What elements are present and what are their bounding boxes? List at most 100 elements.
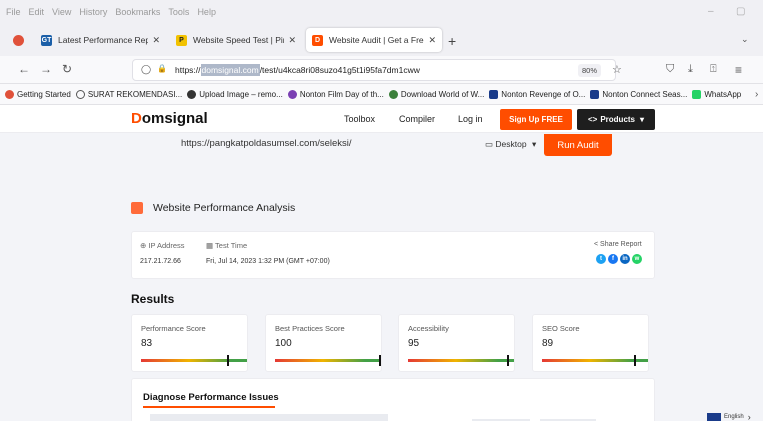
- whatsapp-icon[interactable]: w: [632, 254, 642, 264]
- score-marker: [634, 355, 636, 366]
- menu-history[interactable]: History: [79, 7, 107, 17]
- menu-view[interactable]: View: [52, 7, 71, 17]
- bookmarks-bar: Getting Started SURAT REKOMENDASI... Upl…: [0, 84, 763, 105]
- downloads-icon[interactable]: ⤓: [688, 63, 693, 76]
- film-icon: [287, 89, 297, 99]
- menu-tools[interactable]: Tools: [168, 7, 189, 17]
- tab-pingdom[interactable]: P Website Speed Test | Pingdom ✕: [170, 28, 302, 52]
- score-label: SEO Score: [542, 324, 580, 333]
- gtmetrix-icon: GT: [41, 34, 52, 46]
- bookmark-item[interactable]: Nonton Connect Seas...: [590, 89, 687, 99]
- bookmark-label: Download World of W...: [400, 89, 485, 99]
- page-viewport: Domsignal Toolbox Compiler Log in Sign U…: [0, 105, 763, 421]
- score-label: Best Practices Score: [275, 324, 345, 333]
- bookmark-item[interactable]: WhatsApp: [692, 89, 742, 99]
- score-marker: [507, 355, 509, 366]
- site-header: Domsignal Toolbox Compiler Log in Sign U…: [0, 105, 763, 133]
- signup-button[interactable]: Sign Up FREE: [500, 109, 572, 130]
- bookmark-item[interactable]: Download World of W...: [388, 89, 485, 99]
- minimize-button[interactable]: –: [708, 6, 714, 17]
- logo-text: omsignal: [141, 110, 208, 127]
- reload-button[interactable]: ↻: [62, 62, 72, 76]
- bookmark-item[interactable]: SURAT REKOMENDASI...: [75, 89, 183, 99]
- list-tabs-icon[interactable]: ⌄: [741, 34, 749, 45]
- bookmark-star-icon[interactable]: ☆: [612, 63, 622, 76]
- globe-icon: ⊕: [140, 241, 147, 250]
- restore-button[interactable]: ▢: [736, 6, 745, 17]
- menu-edit[interactable]: Edit: [29, 7, 45, 17]
- bookmark-label: SURAT REKOMENDASI...: [87, 89, 183, 99]
- nav-compiler[interactable]: Compiler: [399, 114, 435, 124]
- nav-toolbox[interactable]: Toolbox: [344, 114, 375, 124]
- tab-domsignal[interactable]: D Website Audit | Get a Free Web ✕: [306, 28, 442, 52]
- caret-down-icon: ▾: [640, 115, 645, 124]
- analysis-info-card: ⊕ IP Address 217.21.72.66 ▦ Test Time Fr…: [131, 231, 655, 279]
- url-prefix: https://: [175, 65, 201, 75]
- ip-label-text: IP Address: [148, 241, 185, 250]
- code-icon: <>: [587, 115, 598, 124]
- ip-address-label: ⊕ IP Address: [140, 241, 185, 250]
- tab-strip: GT Latest Performance Report for ✕ P Web…: [0, 24, 763, 56]
- menu-file[interactable]: File: [6, 7, 21, 17]
- uk-flag-icon: [707, 412, 721, 421]
- close-icon[interactable]: ✕: [288, 35, 296, 46]
- site-icon: [590, 89, 600, 99]
- language-label: English: [724, 414, 744, 420]
- run-audit-button[interactable]: Run Audit: [544, 134, 612, 156]
- domsignal-icon: D: [312, 34, 323, 46]
- menu-bookmarks[interactable]: Bookmarks: [115, 7, 160, 17]
- tab-label: Latest Performance Report for: [58, 35, 149, 45]
- score-value: 83: [141, 338, 153, 349]
- desktop-icon: ▭: [485, 139, 494, 149]
- site-icon: [489, 89, 499, 99]
- bookmark-item[interactable]: Nonton Film Day of th...: [287, 89, 384, 99]
- audit-url-input[interactable]: https://pangkatpoldasumsel.com/seleksi/: [173, 134, 479, 156]
- app-menu-icon[interactable]: ≡: [735, 63, 742, 77]
- linkedin-icon[interactable]: in: [620, 254, 630, 264]
- score-card-seo: SEO Score 89: [532, 314, 649, 372]
- score-card-accessibility: Accessibility 95: [398, 314, 515, 372]
- address-bar[interactable]: ◯ 🔒 https://domsignal.com/test/u4kca8ri0…: [132, 59, 622, 81]
- audit-form: https://pangkatpoldasumsel.com/seleksi/ …: [173, 134, 613, 162]
- bookmark-item[interactable]: Upload Image – remo...: [187, 89, 283, 99]
- tab-gtmetrix[interactable]: GT Latest Performance Report for ✕: [35, 28, 166, 52]
- logo-initial: D: [131, 110, 142, 127]
- close-icon[interactable]: ✕: [152, 35, 160, 46]
- tracking-protection-icon[interactable]: ◯: [141, 64, 151, 75]
- bookmark-item[interactable]: Nonton Revenge of O...: [489, 89, 586, 99]
- url-text: https://domsignal.com/test/u4kca8ri08suz…: [175, 64, 420, 76]
- new-tab-button[interactable]: +: [448, 33, 456, 49]
- test-time-label: ▦ Test Time: [206, 241, 247, 250]
- score-value: 95: [408, 338, 420, 349]
- pocket-icon[interactable]: ⛉: [666, 63, 674, 76]
- close-icon[interactable]: ✕: [428, 35, 436, 46]
- score-value: 89: [542, 338, 554, 349]
- lock-icon[interactable]: 🔒: [157, 64, 167, 73]
- back-button[interactable]: ←: [18, 62, 30, 76]
- bookmark-label: WhatsApp: [704, 89, 742, 99]
- score-value: 100: [275, 338, 292, 349]
- domsignal-logo[interactable]: Domsignal: [131, 110, 208, 127]
- bookmark-label: Nonton Revenge of O...: [501, 89, 586, 99]
- language-selector[interactable]: English ›: [707, 412, 751, 421]
- calendar-icon: ▦: [206, 241, 214, 250]
- bookmarks-overflow-icon[interactable]: ›: [755, 89, 758, 100]
- score-card-best-practices: Best Practices Score 100: [265, 314, 382, 372]
- products-button[interactable]: <> Products ▾: [577, 109, 655, 130]
- menu-bar: File Edit View History Bookmarks Tools H…: [0, 0, 763, 24]
- menu-help[interactable]: Help: [197, 7, 216, 17]
- download-icon: [388, 89, 398, 99]
- extensions-icon[interactable]: ⍐: [710, 63, 717, 76]
- zoom-level[interactable]: 80%: [578, 64, 602, 77]
- nav-login[interactable]: Log in: [458, 114, 483, 124]
- url-path: /test/u4kca8ri08suzo41g5t1i95fa7dm1cww: [259, 65, 420, 75]
- analysis-title: Website Performance Analysis: [153, 202, 296, 214]
- share-icons: t f in w: [596, 254, 644, 264]
- diagnose-underline: [143, 406, 275, 408]
- twitter-icon[interactable]: t: [596, 254, 606, 264]
- firefox-view-icon[interactable]: [8, 28, 28, 52]
- bookmark-item[interactable]: Getting Started: [5, 89, 71, 99]
- facebook-icon[interactable]: f: [608, 254, 618, 264]
- device-select[interactable]: ▭ Desktop ▾: [485, 139, 536, 150]
- forward-button[interactable]: →: [40, 62, 52, 76]
